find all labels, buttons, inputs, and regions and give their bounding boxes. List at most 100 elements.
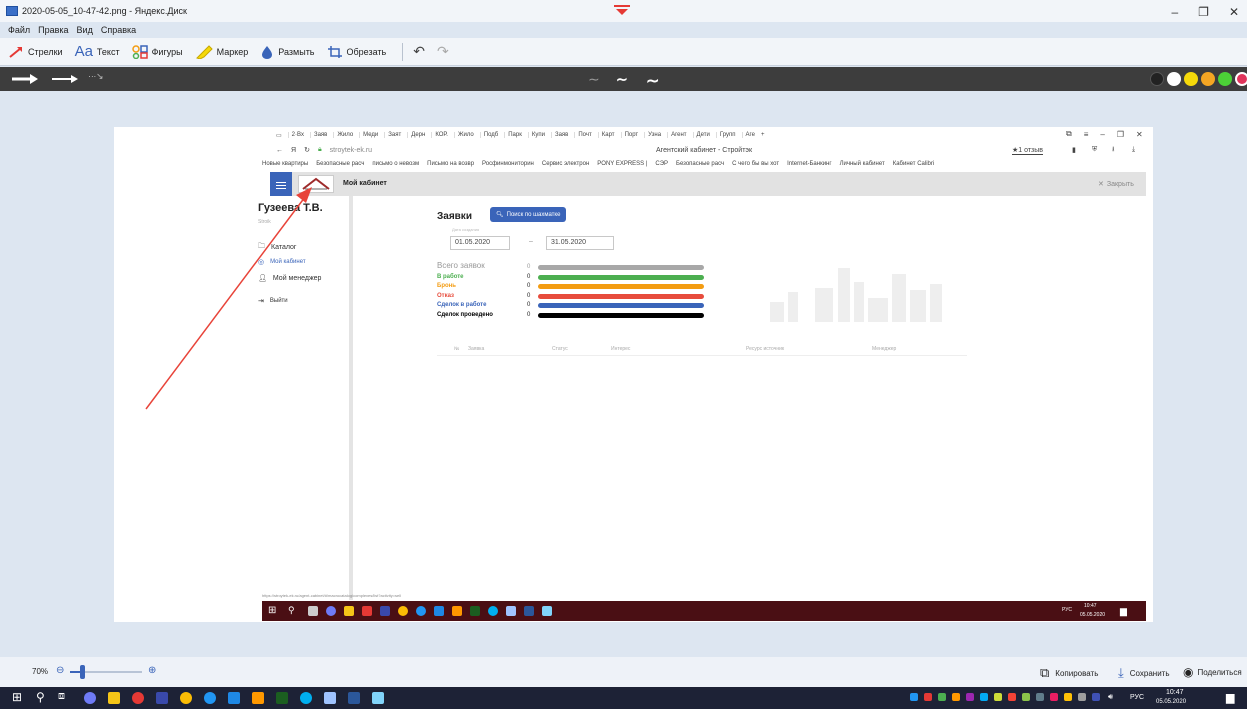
browser-tab[interactable]: Меди (359, 132, 378, 138)
close-cabinet-button[interactable]: ✕ Закрыть (1098, 180, 1134, 189)
browser-tab[interactable]: Заяв (550, 132, 568, 138)
taskbar-folder-icon[interactable] (108, 692, 120, 704)
browser-tab[interactable]: Почт (574, 132, 592, 138)
back-icon[interactable]: ← (276, 147, 283, 154)
color-orange[interactable] (1201, 72, 1215, 86)
browser-tab[interactable]: Порт (620, 132, 638, 138)
task-view-icon[interactable]: ⧈ (58, 690, 65, 703)
save-button[interactable]: ⤓ Сохранить (1118, 665, 1170, 681)
search-icon[interactable]: ⚲ (36, 690, 45, 704)
arrows-tool[interactable]: Стрелки (8, 45, 63, 59)
text-tool[interactable]: Aa Текст (75, 43, 120, 60)
browser-close-icon[interactable]: ✕ (1136, 130, 1143, 139)
browser-tab[interactable]: Дети (692, 132, 710, 138)
tray-icon[interactable] (910, 693, 918, 701)
taskbar-lang[interactable]: РУС (1130, 694, 1144, 701)
bookmark-item[interactable]: Росфинмониторин (482, 161, 534, 167)
taskbar-excel-icon[interactable] (276, 692, 288, 704)
tray-icon[interactable] (952, 693, 960, 701)
browser-tab[interactable]: Подб (479, 132, 498, 138)
taskbar-app-icon[interactable] (84, 692, 96, 704)
browser-tab[interactable]: КОР. (431, 132, 448, 138)
bookmark-item[interactable]: Internet-Банкинг (787, 161, 831, 167)
tray-icon[interactable] (980, 693, 988, 701)
search-by-chessboard-button[interactable]: 🔍︎ Поиск по шахматке (490, 207, 567, 222)
browser-tab[interactable]: Дерн (407, 132, 425, 138)
bookmark-item[interactable]: Безопасные расч (316, 161, 364, 167)
url-field[interactable]: stroytek-ek.ru (330, 147, 372, 154)
copy-button[interactable]: ⧉ Копировать (1040, 665, 1098, 681)
taskbar-app-icon[interactable] (324, 692, 336, 704)
menu-file[interactable]: Файл (8, 25, 30, 35)
taskbar-app-icon[interactable] (204, 692, 216, 704)
color-red-selected[interactable] (1235, 72, 1247, 86)
download-arrow-icon[interactable]: ⤓ (1132, 146, 1135, 154)
arrow-style-dotted-icon[interactable]: ·∙∙↘ (88, 71, 114, 87)
browser-tab[interactable]: Групп (715, 132, 736, 138)
menu-help[interactable]: Справка (101, 25, 136, 35)
color-green[interactable] (1218, 72, 1232, 86)
bookmark-item[interactable]: письмо о невозм (372, 161, 419, 167)
reviews-badge[interactable]: ★1 отзыв (1012, 146, 1044, 155)
blur-tool[interactable]: Размыть (260, 45, 315, 59)
zoom-in-icon[interactable]: ⊕ (148, 665, 156, 676)
tray-icon[interactable] (1078, 693, 1086, 701)
volume-icon[interactable]: 🔊︎ (1108, 692, 1113, 702)
bookmark-item[interactable]: Письмо на возвр (427, 161, 474, 167)
windows-start-icon[interactable]: ⊞ (12, 690, 22, 704)
extensions-icon[interactable]: ≡ (1084, 130, 1089, 139)
reload-icon[interactable]: ↻ (304, 146, 310, 154)
browser-tab[interactable]: Купи (527, 132, 545, 138)
zoom-out-icon[interactable]: ⊖ (56, 665, 64, 676)
arrow-style-thin-icon[interactable] (50, 71, 80, 87)
taskbar-app-icon[interactable] (252, 692, 264, 704)
bookmark-icon[interactable]: ▮ (1072, 146, 1076, 154)
maximize-icon[interactable]: ❐ (1198, 5, 1209, 19)
line-thin-icon[interactable]: ∼ (588, 71, 610, 87)
tray-icon[interactable] (1064, 693, 1072, 701)
tray-icon[interactable] (1050, 693, 1058, 701)
tray-icon[interactable] (1092, 693, 1100, 701)
browser-tab[interactable]: Карт (597, 132, 615, 138)
bookmark-item[interactable]: Сервис электрон (542, 161, 589, 167)
date-from-field[interactable]: 01.05.2020 (450, 236, 510, 250)
dropdown-arrow-icon[interactable] (612, 4, 632, 16)
browser-tab[interactable]: Агент (667, 132, 687, 138)
browser-tab[interactable]: 2·Вх (287, 132, 304, 138)
taskbar-word-icon[interactable] (348, 692, 360, 704)
tray-icon[interactable] (994, 693, 1002, 701)
share-button[interactable]: ◉ Поделиться (1183, 665, 1247, 679)
redo-icon[interactable]: ↷ (437, 43, 449, 60)
bookmark-item[interactable]: СЭР (655, 161, 668, 167)
bookmark-item[interactable]: PONY EXPRESS | (597, 161, 647, 167)
browser-tab[interactable]: Заят (384, 132, 401, 138)
new-tab-icon[interactable]: + (761, 132, 765, 138)
taskbar-app-icon[interactable] (372, 692, 384, 704)
tab-panel-icon[interactable]: ▭ (276, 132, 282, 139)
tray-icon[interactable] (966, 693, 974, 701)
protect-icon[interactable]: ⛨ (1092, 146, 1097, 154)
menu-view[interactable]: Вид (77, 25, 93, 35)
browser-minimize-icon[interactable]: – (1100, 130, 1104, 139)
taskbar-app-icon[interactable] (156, 692, 168, 704)
close-icon[interactable]: ✕ (1229, 5, 1239, 19)
date-to-field[interactable]: 31.05.2020 (546, 236, 614, 250)
taskbar-skype-icon[interactable] (300, 692, 312, 704)
line-medium-icon[interactable]: ∼ (616, 71, 638, 87)
tray-icon[interactable] (1022, 693, 1030, 701)
browser-tab[interactable]: Узна (644, 132, 661, 138)
color-black[interactable] (1150, 72, 1164, 86)
line-thick-icon[interactable]: ∼ (646, 71, 668, 90)
notification-icon[interactable]: ▆ (1226, 691, 1234, 704)
yandex-logo[interactable]: Я (291, 147, 296, 154)
minimize-icon[interactable]: – (1171, 5, 1178, 19)
browser-maximize-icon[interactable]: ❐ (1117, 130, 1124, 139)
browser-tab[interactable]: Жило (453, 132, 474, 138)
arrow-style-thick-icon[interactable] (10, 71, 40, 87)
bookmark-item[interactable]: Личный кабинет (840, 161, 885, 167)
tray-icon[interactable] (1036, 693, 1044, 701)
taskbar-yandex-icon[interactable] (132, 692, 144, 704)
collections-icon[interactable]: ⧉ (1066, 129, 1072, 139)
downloads-icon[interactable]: ⭳ (1112, 145, 1114, 156)
bookmark-item[interactable]: Новые квартиры (262, 161, 308, 167)
